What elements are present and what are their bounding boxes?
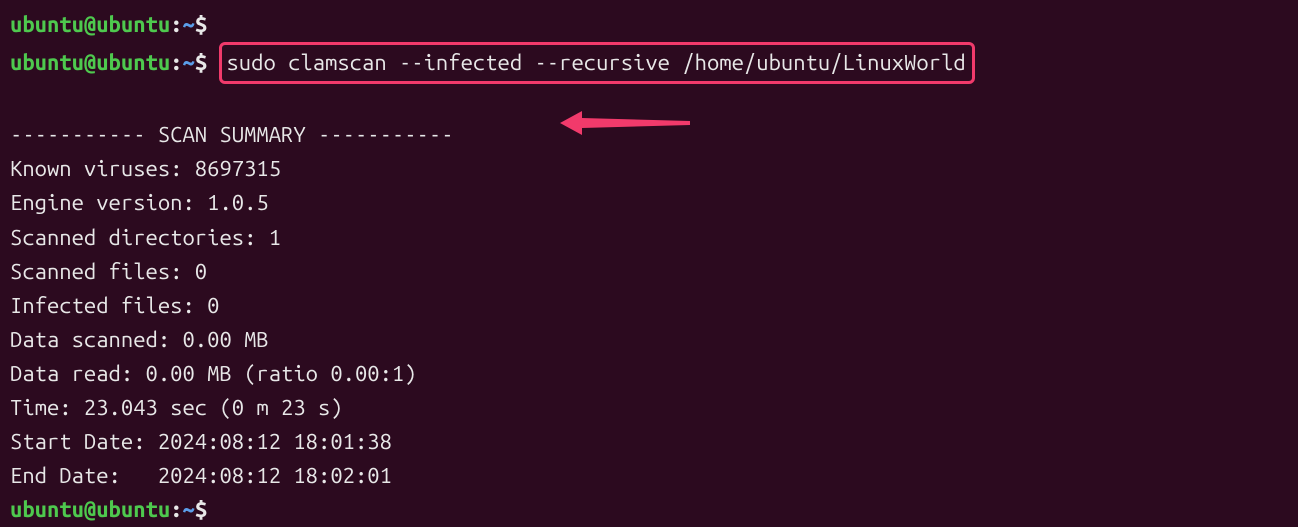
scan-summary-header: ----------- SCAN SUMMARY ----------- [10,118,1288,152]
blank-line [10,84,1288,118]
summary-line: Infected files: 0 [10,289,1288,323]
prompt-user: ubuntu@ubuntu [10,50,170,75]
prompt-user: ubuntu@ubuntu [10,497,170,522]
summary-line: Start Date: 2024:08:12 18:01:38 [10,425,1288,459]
summary-line: Scanned files: 0 [10,255,1288,289]
command-text: sudo clamscan --infected --recursive /ho… [226,50,965,75]
prompt-colon: : [170,50,182,75]
summary-line: Scanned directories: 1 [10,221,1288,255]
prompt-line-empty: ubuntu@ubuntu:~$ [10,8,1288,42]
prompt-line-final[interactable]: ubuntu@ubuntu:~$ [10,493,1288,527]
prompt-colon: : [170,12,182,37]
summary-line: Known viruses: 8697315 [10,152,1288,186]
prompt-path: ~ [183,50,195,75]
prompt-user: ubuntu@ubuntu [10,12,170,37]
prompt-line-command[interactable]: ubuntu@ubuntu:~$ sudo clamscan --infecte… [10,42,1288,84]
command-highlight-box: sudo clamscan --infected --recursive /ho… [219,42,974,84]
prompt-path: ~ [183,12,195,37]
prompt-symbol: $ [195,497,207,522]
summary-line: Time: 23.043 sec (0 m 23 s) [10,391,1288,425]
prompt-symbol: $ [195,50,207,75]
summary-line: Engine version: 1.0.5 [10,186,1288,220]
summary-line: Data scanned: 0.00 MB [10,323,1288,357]
prompt-colon: : [170,497,182,522]
prompt-path: ~ [183,497,195,522]
summary-line: End Date: 2024:08:12 18:02:01 [10,459,1288,493]
summary-line: Data read: 0.00 MB (ratio 0.00:1) [10,357,1288,391]
prompt-symbol: $ [195,12,207,37]
